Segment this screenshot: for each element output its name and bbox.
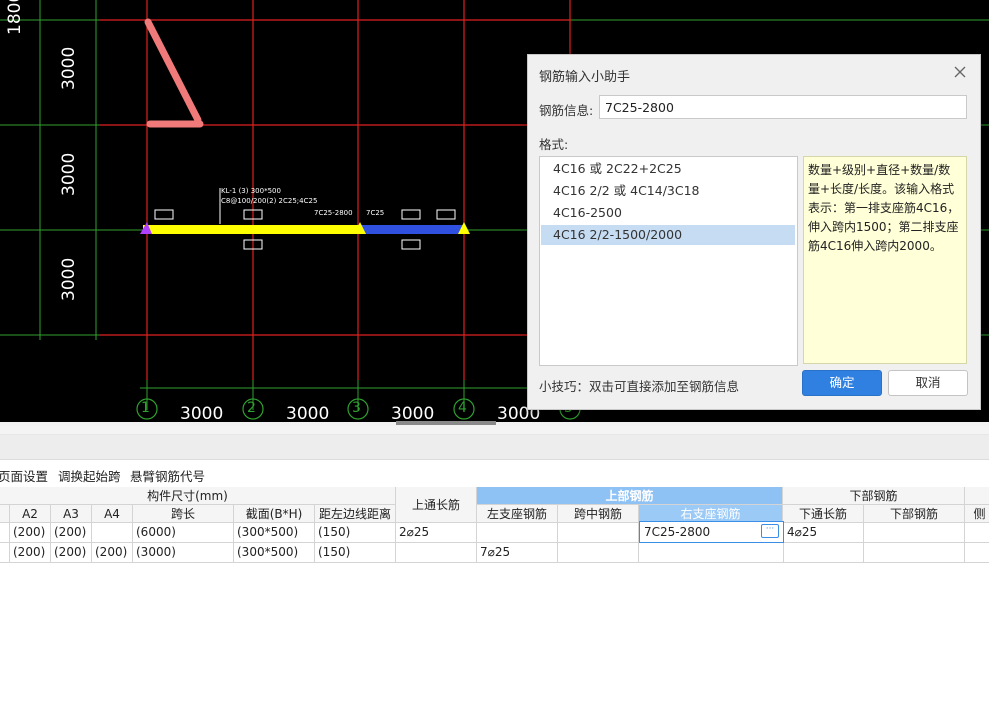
bottom-dim-3: 3000 <box>391 404 435 422</box>
header-col-a3[interactable]: A3 <box>51 505 92 523</box>
table-cell[interactable] <box>864 543 965 563</box>
table-cell[interactable]: (150) <box>315 543 396 563</box>
axis-label-2: 2 <box>247 400 256 416</box>
beam-annotation-line2: C8@100/200(2) 2C25;4C25 <box>221 197 318 205</box>
table-cell[interactable]: (200) <box>51 523 92 543</box>
header-group-dims: 构件尺寸(mm) <box>0 487 396 505</box>
table-cell[interactable] <box>477 523 558 543</box>
table-row[interactable] <box>0 523 10 543</box>
format-option-4[interactable]: 4C16 2/2-1500/2000 <box>541 225 795 245</box>
panel-top-strip <box>0 426 989 435</box>
table-cell[interactable]: (6000) <box>133 523 234 543</box>
right-support-edit-cell[interactable]: 7C25-2800 ··· <box>639 521 784 543</box>
header-col-a4[interactable]: A4 <box>92 505 133 523</box>
table-cell[interactable]: 7⌀25 <box>477 543 558 563</box>
header-col-mid-span[interactable]: 跨中钢筋 <box>558 505 639 523</box>
bottom-dim-1: 3000 <box>180 404 224 422</box>
table-cell[interactable] <box>784 543 864 563</box>
right-support-edit-value[interactable]: 7C25-2800 <box>644 525 710 539</box>
format-description: 数量+级别+直径+数量/数量+长度/长度。该输入格式表示：第一排支座筋4C16，… <box>803 156 967 364</box>
header-top-through[interactable]: 上通长筋 <box>396 487 477 523</box>
axis-label-1: 1 <box>141 400 150 416</box>
header-col-side[interactable]: 侧 <box>965 505 989 523</box>
side-dim-1800: 1800 <box>5 0 25 35</box>
header-col-edge-distance[interactable]: 距左边线距离 <box>315 505 396 523</box>
table-cell[interactable]: (200) <box>10 543 51 563</box>
header-col-a2[interactable]: A2 <box>10 505 51 523</box>
format-option-1[interactable]: 4C16 或 2C22+2C25 <box>541 159 795 179</box>
rebar-info-label: 钢筋信息: <box>539 103 594 118</box>
side-dim-3000-c: 3000 <box>59 257 79 301</box>
table-cell[interactable]: 4⌀25 <box>784 523 864 543</box>
header-group-top: 上部钢筋 <box>477 487 783 505</box>
rebar-table: 构件尺寸(mm) 上通长筋 上部钢筋 下部钢筋 A2 A3 A4 跨长 截面(B… <box>0 487 989 563</box>
table-cell[interactable]: (300*500) <box>234 523 315 543</box>
beam-label-7c25: 7C25 <box>366 209 385 217</box>
table-cell[interactable] <box>864 523 965 543</box>
table-cell[interactable]: (200) <box>10 523 51 543</box>
rebar-input-assistant-dialog: 钢筋输入小助手 钢筋信息: 格式: 4C16 或 2C22+2C25 4C16 … <box>527 54 981 410</box>
splitter-handle[interactable] <box>396 421 496 425</box>
header-col-bottom-through[interactable]: 下通长筋 <box>783 505 864 523</box>
table-cell[interactable]: (3000) <box>133 543 234 563</box>
table-cell[interactable]: (150) <box>315 523 396 543</box>
axis-label-3: 3 <box>352 400 361 416</box>
table-cell[interactable] <box>396 543 477 563</box>
header-col-span-length[interactable]: 跨长 <box>133 505 234 523</box>
header-col-section[interactable]: 截面(B*H) <box>234 505 315 523</box>
beam-annotation-line1: KL-1 (3) 300*500 <box>221 187 281 195</box>
close-icon[interactable] <box>952 64 968 80</box>
swap-start-span-button[interactable]: 调换起始跨 <box>58 466 121 485</box>
header-col-bottom-rebar[interactable]: 下部钢筋 <box>864 505 965 523</box>
header-group-extra <box>965 487 989 505</box>
table-cell[interactable] <box>558 523 639 543</box>
bottom-dim-2: 3000 <box>286 404 330 422</box>
grid-toolbar: 页面设置 调换起始跨 悬臂钢筋代号 <box>0 460 989 486</box>
format-option-2[interactable]: 4C16 2/2 或 4C14/3C18 <box>541 181 795 201</box>
table-row[interactable] <box>0 543 10 563</box>
table-cell[interactable] <box>965 543 989 563</box>
table-cell[interactable]: 2⌀25 <box>396 523 477 543</box>
table-cell[interactable] <box>639 543 784 563</box>
tip-text: 小技巧：双击可直接添加至钢筋信息 <box>539 379 740 394</box>
dialog-title: 钢筋输入小助手 <box>539 70 631 85</box>
more-options-icon[interactable]: ··· <box>761 524 779 538</box>
table-cell[interactable] <box>92 523 133 543</box>
cancel-button[interactable]: 取消 <box>888 370 968 396</box>
page-settings-button[interactable]: 页面设置 <box>0 466 48 485</box>
header-group-bottom: 下部钢筋 <box>783 487 965 505</box>
cantilever-code-button[interactable]: 悬臂钢筋代号 <box>130 466 205 485</box>
side-dim-3000-a: 3000 <box>59 46 79 90</box>
header-col-left-support[interactable]: 左支座钢筋 <box>477 505 558 523</box>
panel-tab-strip <box>0 435 989 460</box>
table-cell[interactable]: (300*500) <box>234 543 315 563</box>
side-dim-3000-b: 3000 <box>59 152 79 196</box>
table-cell[interactable] <box>558 543 639 563</box>
table-cell[interactable]: (200) <box>51 543 92 563</box>
format-list[interactable]: 4C16 或 2C22+2C25 4C16 2/2 或 4C14/3C18 4C… <box>539 156 798 366</box>
table-cell[interactable] <box>965 523 989 543</box>
format-label: 格式: <box>539 137 569 152</box>
table-cell[interactable]: (200) <box>92 543 133 563</box>
beam-label-7c25-2800: 7C25-2800 <box>314 209 353 217</box>
rebar-info-input[interactable] <box>599 95 967 119</box>
axis-label-4: 4 <box>458 400 467 416</box>
ok-button[interactable]: 确定 <box>802 370 882 396</box>
header-col-a1 <box>0 505 10 523</box>
format-option-3[interactable]: 4C16-2500 <box>541 203 795 223</box>
